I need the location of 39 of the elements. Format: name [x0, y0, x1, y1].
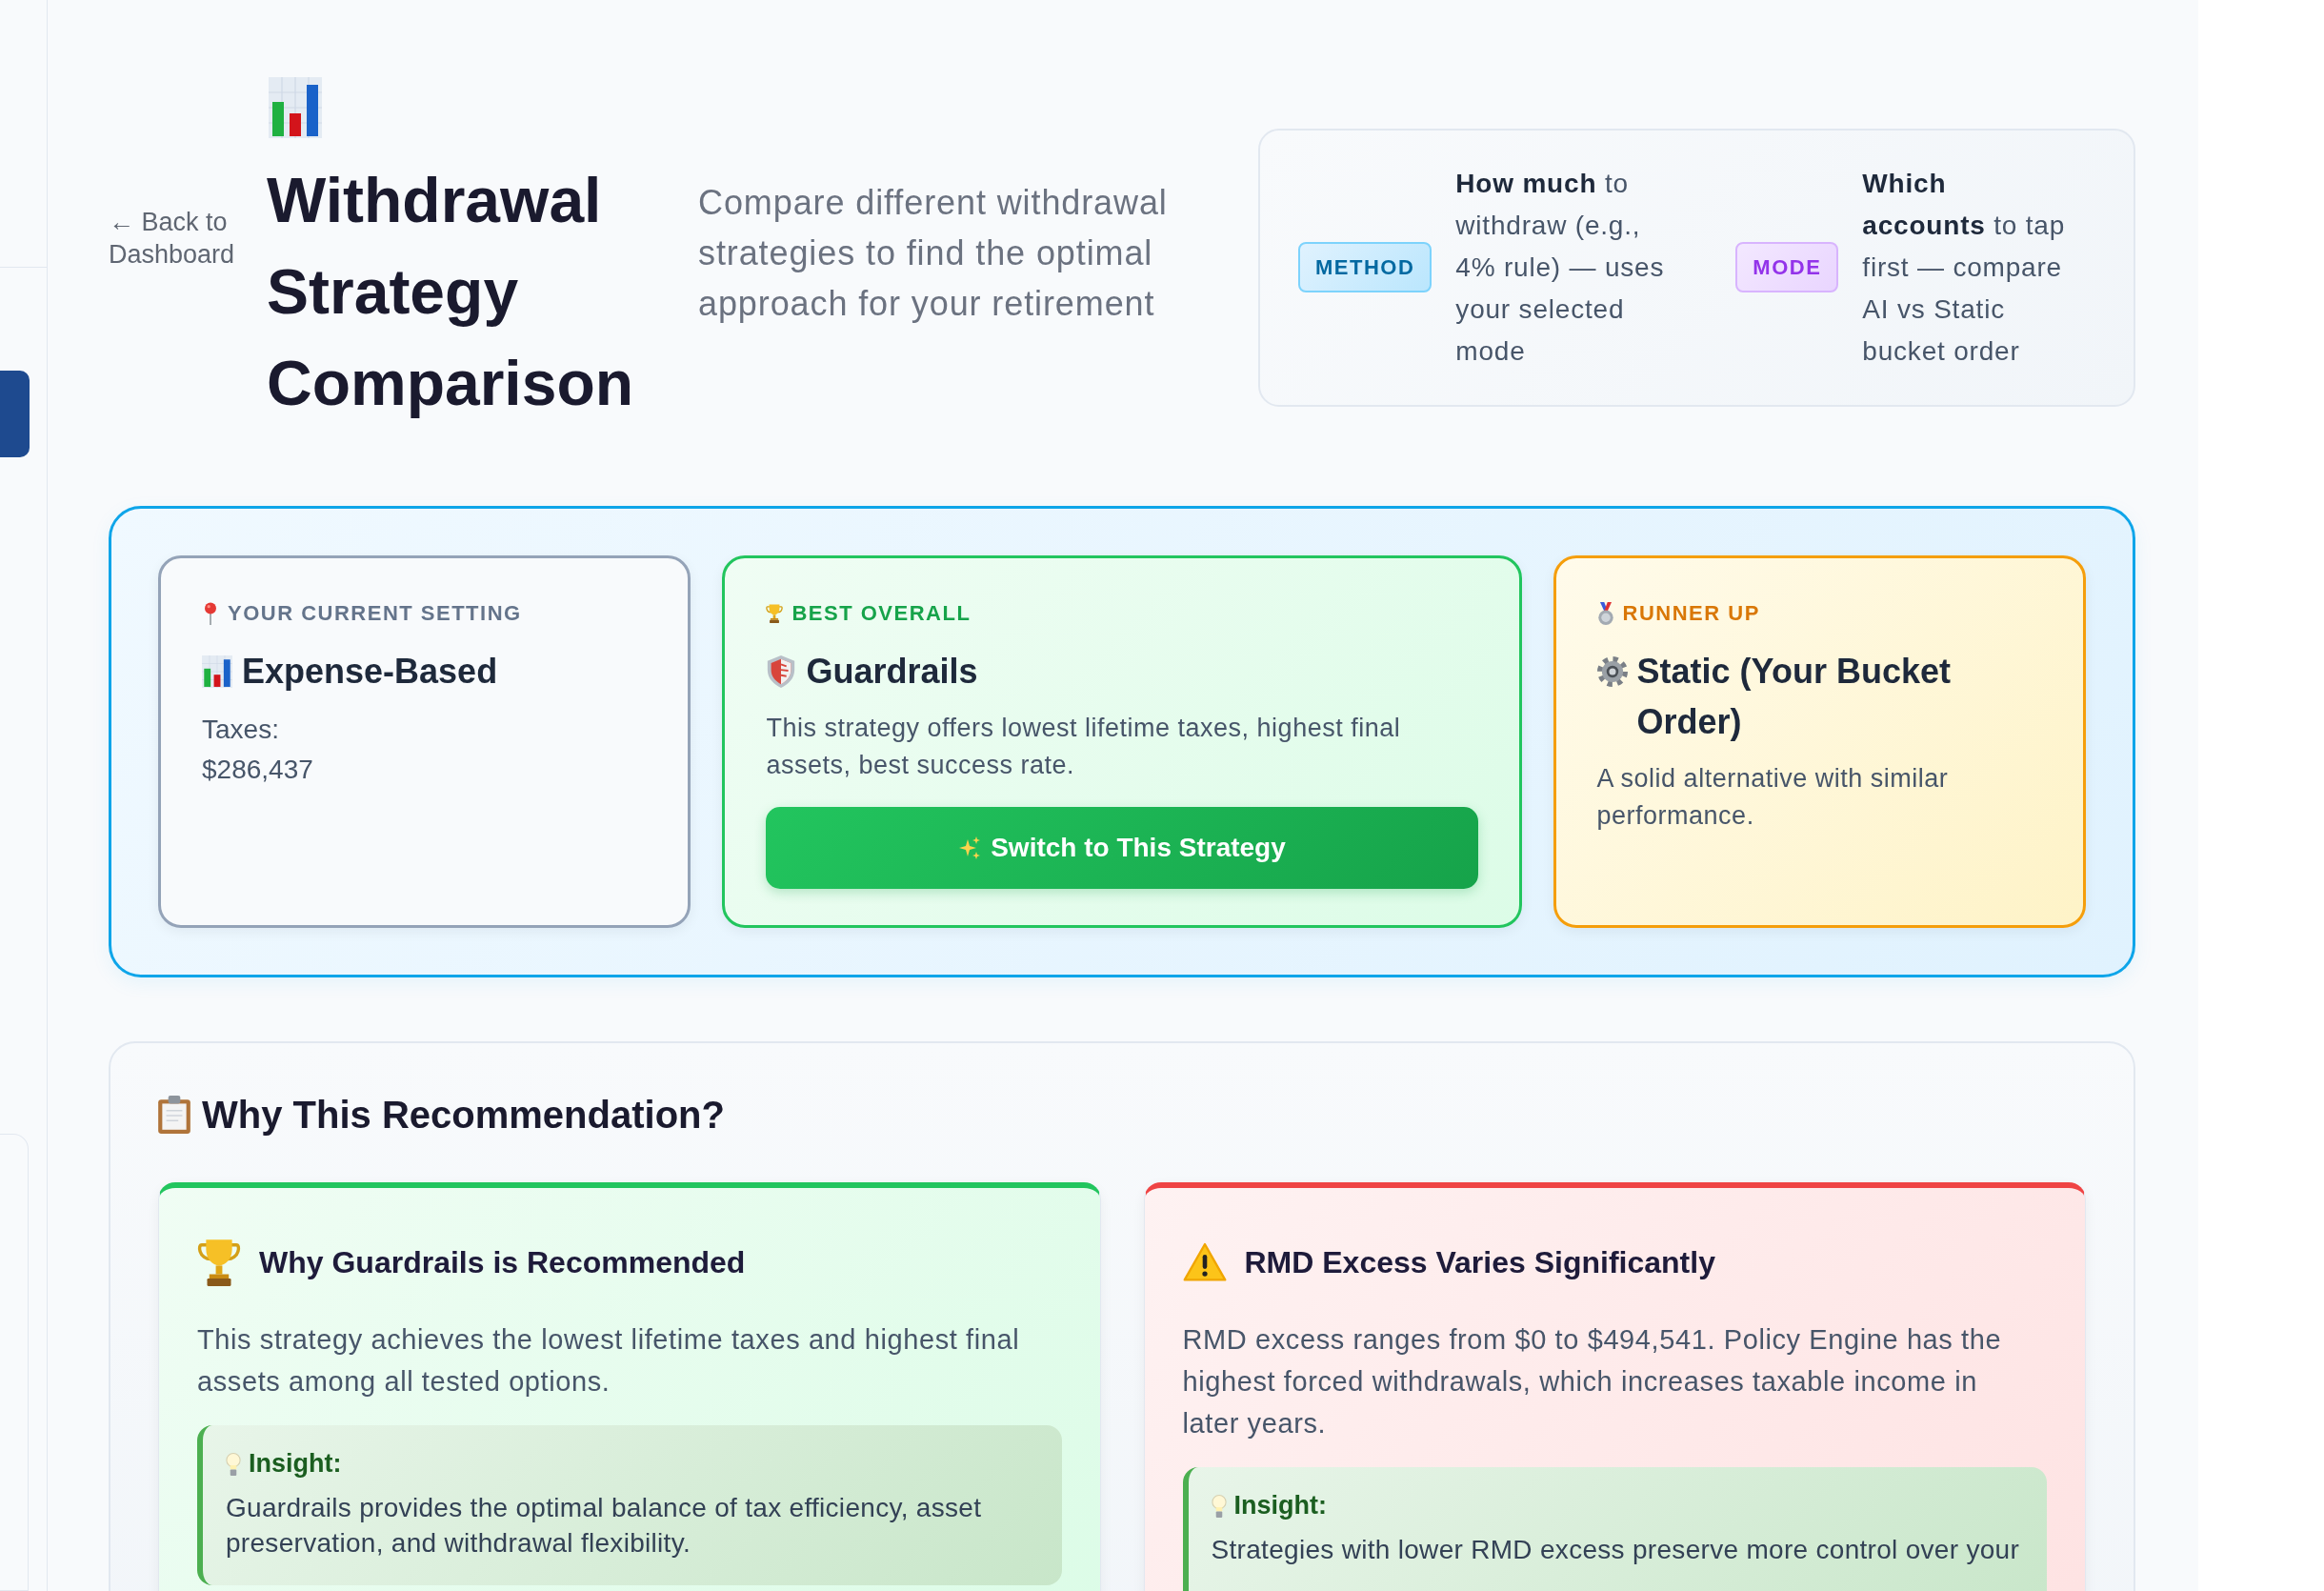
back-link[interactable]: ← Back to Dashboard [109, 205, 247, 271]
bar-chart-icon [202, 655, 232, 688]
reason-title: Why Guardrails is Recommended [259, 1243, 746, 1281]
lightbulb-icon [1211, 1494, 1227, 1518]
section-title: Why This Recommendation? [202, 1093, 725, 1138]
insight-label: Insight: [249, 1448, 342, 1480]
trophy-icon [197, 1239, 241, 1286]
stat-value: $286,437 [202, 754, 313, 786]
pin-icon [202, 602, 219, 625]
strategy-name: Guardrails [806, 651, 978, 693]
medal-icon [1596, 602, 1614, 625]
strategy-name: Expense-Based [242, 651, 498, 693]
legend-text: How much to withdraw (e.g., 4% rule) — uses your selected mode [1455, 167, 1666, 368]
insight-label: Insight: [1233, 1490, 1327, 1521]
lightbulb-icon [226, 1452, 241, 1476]
reason-text: RMD excess ranges from $0 to $494,541. Policy Engine has the highest forced withdrawals, which increases taxable income in later years. [1182, 1323, 2003, 1440]
page-subtitle: Compare different withdrawal strategies to find the optimal approach for your retirement [698, 182, 1169, 325]
shield-icon [766, 655, 797, 688]
insight-text: Guardrails provides the optimal balance of tax efficiency, asset preservation, and withdrawal flexibility. [226, 1492, 983, 1560]
page-title: Withdrawal Strategy Comparison [267, 164, 635, 420]
legend-badge: METHOD [1298, 242, 1432, 292]
card-description: This strategy offers lowest lifetime taxes, highest final assets, best success rate. [766, 713, 1402, 781]
sparkles-icon [958, 836, 982, 859]
strategy-name: Static (Your Bucket Order) [1636, 651, 1952, 743]
legend-badge: MODE [1735, 242, 1839, 292]
bar-chart-icon [269, 77, 322, 138]
reason-title: RMD Excess Varies Significantly [1244, 1243, 1715, 1281]
card-label: BEST OVERALL [791, 600, 972, 627]
insight-text: Strategies with lower RMD excess preserve more control over your [1211, 1534, 2021, 1566]
card-description: A solid alternative with similar performance. [1596, 763, 1950, 832]
gear-icon [1596, 655, 1628, 688]
legend-text: Which accounts to tap first — compare AI vs Static bucket order [1862, 167, 2067, 368]
trophy-icon [766, 602, 784, 625]
card-label: YOUR CURRENT SETTING [228, 600, 522, 627]
clipboard-icon [158, 1096, 190, 1134]
card-label: RUNNER UP [1622, 600, 1760, 627]
stat-label: Taxes: [202, 714, 279, 746]
sidebar-nav-item[interactable] [0, 371, 30, 457]
reason-text: This strategy achieves the lowest lifetime taxes and highest final assets among all tested options. [197, 1323, 1021, 1399]
